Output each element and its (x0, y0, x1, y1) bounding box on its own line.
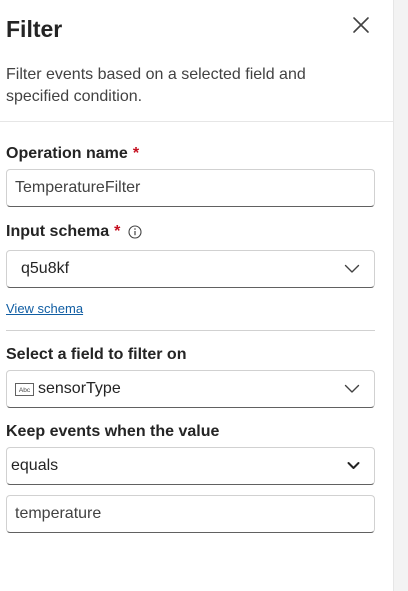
input-schema-label-text: Input schema (6, 223, 110, 240)
operation-name-input[interactable] (7, 179, 374, 197)
close-icon (353, 17, 369, 33)
abc-text-icon: Abc (15, 382, 34, 396)
chevron-down-icon (347, 462, 360, 471)
svg-text:Abc: Abc (19, 387, 31, 394)
operation-name-label: Operation name * (6, 144, 139, 164)
input-schema-label: Input schema * (6, 222, 142, 242)
panel-title: Filter (6, 16, 63, 42)
input-schema-dropdown[interactable]: q5u8kf (6, 250, 375, 288)
condition-operator-dropdown[interactable]: equals (6, 447, 375, 485)
filter-field-dropdown[interactable]: Abc sensorType (6, 370, 375, 408)
input-schema-selected: q5u8kf (21, 260, 70, 277)
chevron-down-icon (344, 264, 360, 274)
operation-name-label-text: Operation name (6, 145, 128, 162)
view-schema-link[interactable]: View schema (6, 301, 83, 316)
required-mark: * (114, 223, 121, 240)
filter-field-selected: sensorType (38, 380, 121, 397)
filter-panel: Filter Filter events based on a selected… (0, 0, 393, 591)
condition-value-input[interactable] (7, 505, 374, 523)
condition-label: Keep events when the value (6, 423, 220, 440)
operation-name-field[interactable] (6, 169, 375, 207)
info-icon[interactable] (128, 225, 142, 239)
section-divider (6, 330, 375, 331)
required-mark: * (132, 145, 140, 162)
filter-field-label: Select a field to filter on (6, 346, 187, 363)
chevron-down-icon (344, 384, 360, 394)
panel-description: Filter events based on a selected field … (6, 66, 306, 105)
header-divider (0, 121, 393, 122)
scrollbar[interactable] (393, 0, 408, 591)
condition-operator-selected: equals (11, 457, 59, 474)
close-button[interactable] (348, 12, 374, 38)
condition-value-field[interactable] (6, 495, 375, 533)
